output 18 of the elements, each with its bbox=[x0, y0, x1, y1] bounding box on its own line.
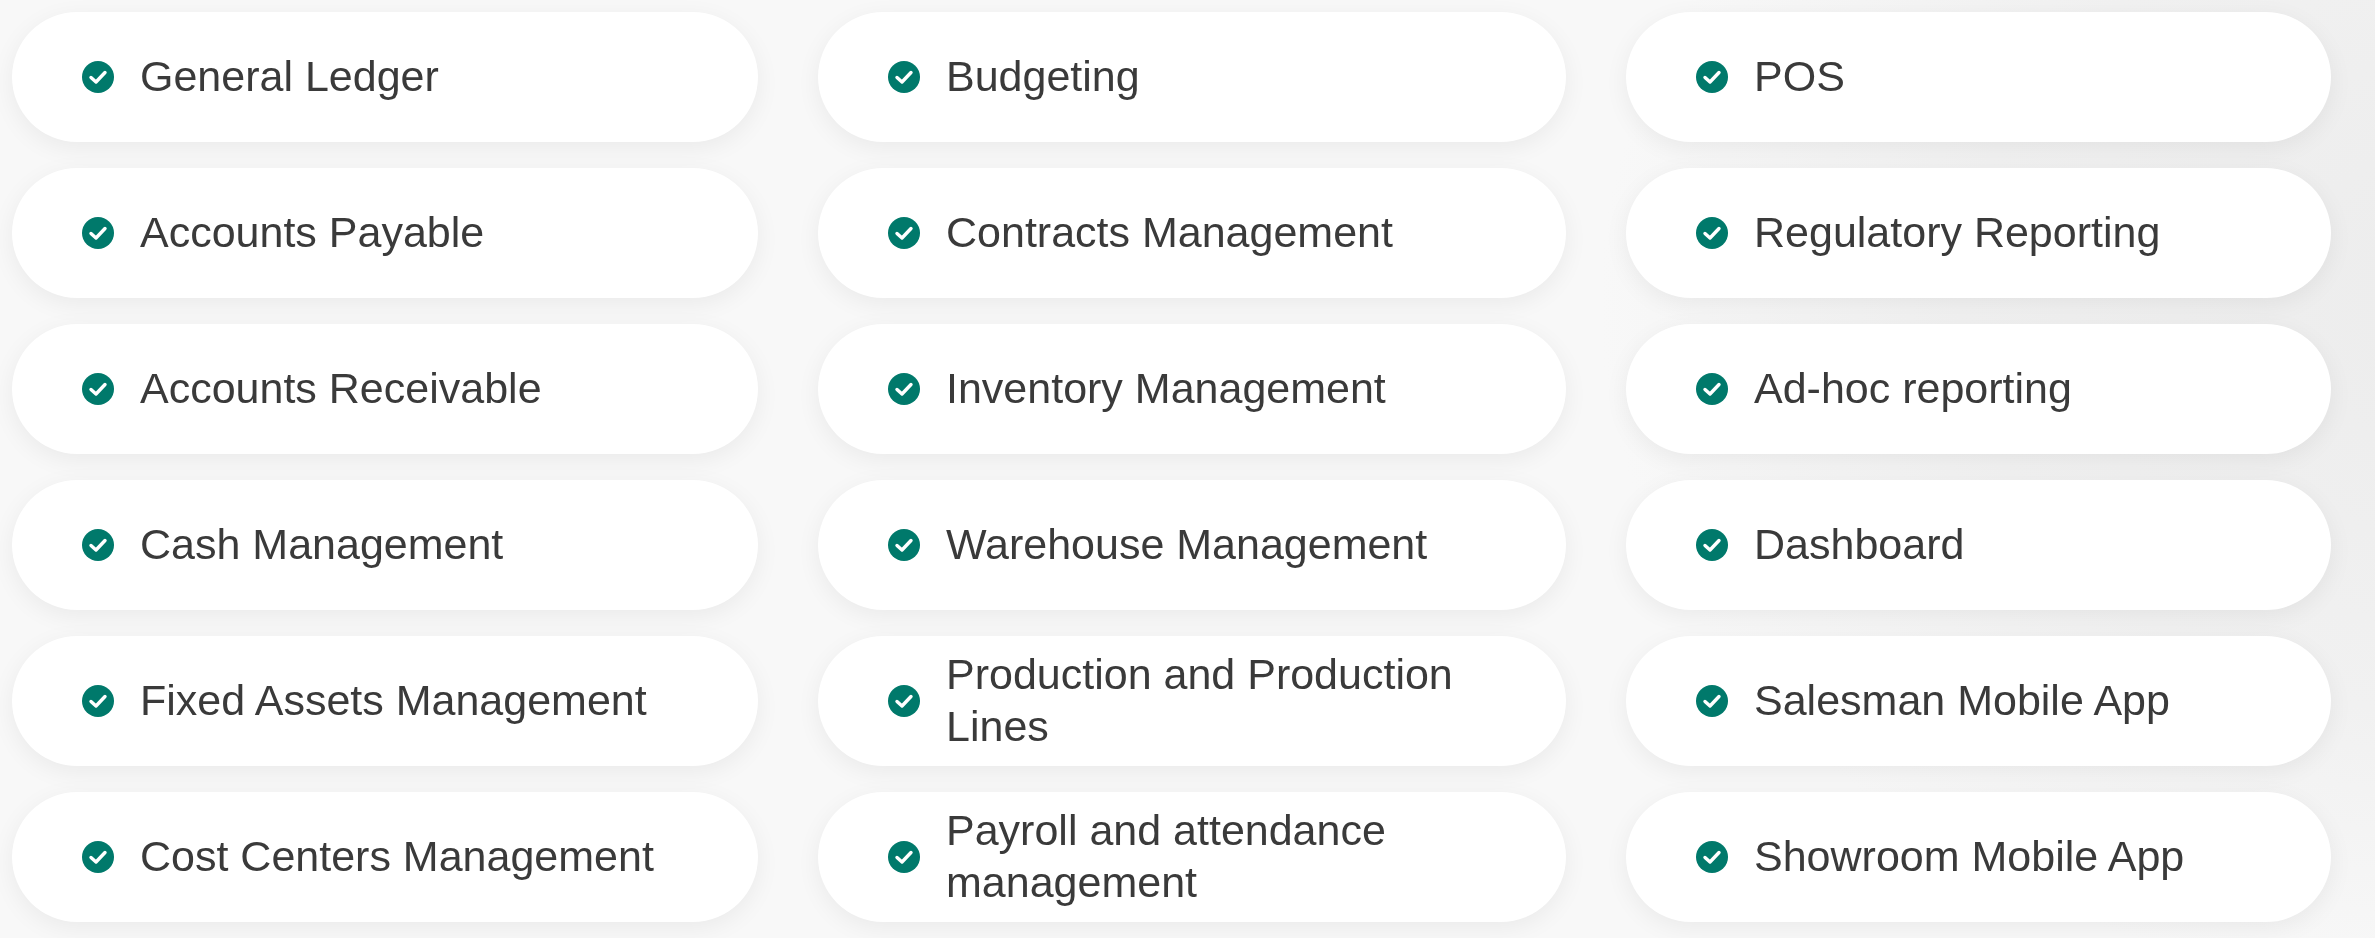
feature-label: Warehouse Management bbox=[946, 519, 1428, 571]
feature-label: Cash Management bbox=[140, 519, 504, 571]
feature-label: Regulatory Reporting bbox=[1754, 207, 2161, 259]
feature-label: Accounts Payable bbox=[140, 207, 485, 259]
feature-label: Budgeting bbox=[946, 51, 1140, 103]
feature-label: General Ledger bbox=[140, 51, 439, 103]
feature-label: Dashboard bbox=[1754, 519, 1965, 571]
feature-label: Cost Centers Management bbox=[140, 831, 654, 883]
feature-label: Production and Production Lines bbox=[946, 649, 1454, 752]
feature-label: POS bbox=[1754, 51, 1845, 103]
feature-label: Contracts Management bbox=[946, 207, 1393, 259]
feature-label: Fixed Assets Management bbox=[140, 675, 647, 727]
feature-label: Salesman Mobile App bbox=[1754, 675, 2170, 727]
feature-label: Payroll and attendance management bbox=[946, 805, 1387, 908]
feature-label: Showroom Mobile App bbox=[1754, 831, 2185, 883]
feature-label: Ad-hoc reporting bbox=[1754, 363, 2072, 415]
feature-label: Accounts Receivable bbox=[140, 363, 542, 415]
feature-label: Inventory Management bbox=[946, 363, 1386, 415]
